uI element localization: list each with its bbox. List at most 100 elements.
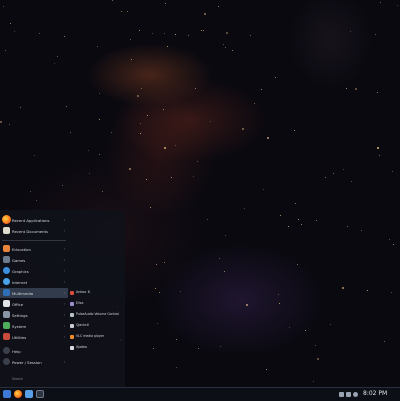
wallpaper-star [393, 244, 394, 245]
category-graphics[interactable]: Graphics › [0, 266, 68, 276]
firefox-icon[interactable] [14, 390, 22, 398]
chevron-right-icon: › [63, 335, 65, 339]
wallpaper-star [278, 294, 279, 295]
category-help[interactable]: Help [0, 346, 68, 356]
taskbar-clock[interactable]: 8:02 PM [363, 390, 387, 397]
recent-documents-item[interactable]: Recent Documents › [0, 226, 68, 236]
wallpaper-star [351, 181, 352, 182]
wallpaper-star [294, 130, 295, 131]
app-label: Xjadeo [76, 345, 87, 349]
wallpaper-star [207, 219, 208, 220]
wallpaper-star [313, 381, 314, 382]
recent-applications-item[interactable]: Recent Applications › [0, 215, 68, 225]
wallpaper-star [0, 121, 2, 123]
wallpaper-star [377, 92, 378, 93]
wallpaper-star [232, 50, 233, 51]
category-utilities[interactable]: Utilities › [0, 332, 68, 342]
wallpaper-star [295, 203, 296, 204]
wallpaper-star [111, 132, 112, 133]
wallpaper-star [225, 235, 226, 236]
wallpaper-star [188, 35, 189, 36]
wallpaper-star [39, 33, 40, 34]
wallpaper-star [342, 287, 344, 289]
category-system[interactable]: System › [0, 321, 68, 331]
wallpaper-star [289, 327, 290, 328]
wallpaper-star [34, 155, 35, 156]
chevron-right-icon: › [63, 324, 65, 328]
chevron-right-icon: › [63, 302, 65, 306]
taskbar: 8:02 PM [0, 387, 400, 401]
wallpaper-star [392, 171, 393, 172]
app-item-ardour[interactable]: Ardour 8 [68, 288, 125, 298]
multimedia-icon [3, 289, 10, 296]
wallpaper-star [176, 339, 177, 340]
wallpaper-star [165, 3, 166, 4]
application-launcher-menu: Recent Applications › Recent Documents ›… [0, 210, 125, 387]
wallpaper-star [164, 262, 165, 263]
app-label: Qjackctl [76, 323, 89, 327]
category-label: Education [12, 246, 31, 252]
category-office[interactable]: Office › [0, 299, 68, 309]
category-label: Settings [12, 312, 28, 318]
launcher-search-field[interactable]: Search [12, 377, 23, 381]
wallpaper-star [267, 137, 269, 139]
wallpaper-star [210, 121, 211, 122]
files-icon[interactable] [25, 390, 33, 398]
app-label: Ardour 8 [76, 290, 90, 294]
wallpaper-star [346, 88, 347, 89]
category-games[interactable]: Games › [0, 255, 68, 265]
category-settings[interactable]: Settings › [0, 310, 68, 320]
app-item-xjadeo[interactable]: Xjadeo [68, 343, 125, 353]
launcher-divider [2, 240, 66, 241]
wallpaper-star [301, 224, 302, 225]
wallpaper-star [330, 324, 331, 325]
wallpaper-star [280, 215, 281, 216]
volume-icon[interactable] [346, 392, 351, 397]
documents-icon [3, 227, 10, 234]
wallpaper-star [201, 30, 202, 31]
wallpaper-star [261, 89, 262, 90]
app-item-pulseaudio-volume-control[interactable]: PulseAudio Volume Control [68, 310, 125, 320]
wallpaper-star [153, 348, 154, 349]
wallpaper-star [224, 271, 225, 272]
wallpaper-star [266, 369, 267, 370]
wallpaper-star [298, 219, 299, 220]
xjadeo-icon [70, 346, 74, 350]
graphics-icon [3, 267, 10, 274]
wallpaper-star [156, 264, 157, 265]
wallpaper-star [140, 123, 141, 124]
wallpaper-star [175, 34, 176, 35]
category-education[interactable]: Education › [0, 244, 68, 254]
wallpaper-star [20, 107, 21, 108]
utilities-icon [3, 333, 10, 340]
wallpaper-star [180, 291, 181, 292]
notifications-icon[interactable] [353, 392, 358, 397]
wallpaper-star [203, 30, 204, 31]
wallpaper-star [305, 330, 306, 331]
wallpaper-star [157, 323, 158, 324]
start-menu-icon[interactable] [3, 390, 11, 398]
wallpaper-star [139, 30, 140, 31]
category-internet[interactable]: Internet › [0, 277, 68, 287]
wallpaper-star [263, 189, 264, 190]
wallpaper-star [140, 133, 141, 134]
app-item-vlc[interactable]: VLC media player [68, 332, 125, 342]
wallpaper-star [66, 106, 67, 107]
terminal-icon[interactable] [36, 390, 44, 398]
wallpaper-star [57, 56, 58, 57]
app-label: VLC media player [76, 334, 105, 338]
category-multimedia[interactable]: Multimedia › [0, 288, 68, 298]
category-power-session[interactable]: Power / Session › [0, 357, 68, 367]
wallpaper-star [195, 88, 196, 89]
chevron-right-icon: › [63, 280, 65, 284]
wallpaper-star [384, 341, 385, 342]
app-item-elisa[interactable]: Elisa [68, 299, 125, 309]
wallpaper-star [159, 292, 160, 293]
app-item-qjackctl[interactable]: Qjackctl [68, 321, 125, 331]
app-label: Elisa [76, 301, 84, 305]
network-icon[interactable] [339, 392, 344, 397]
wallpaper-star [150, 207, 151, 208]
wallpaper-star [279, 303, 280, 304]
wallpaper-star [152, 33, 153, 34]
wallpaper-star [171, 177, 172, 178]
